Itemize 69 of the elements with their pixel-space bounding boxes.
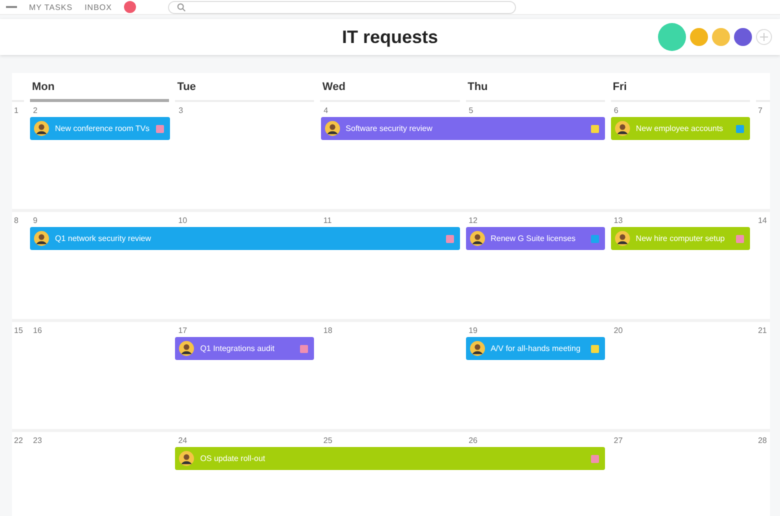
plus-icon	[760, 33, 768, 41]
day-number: 25	[322, 435, 334, 447]
day-number: 23	[32, 435, 43, 447]
day-number: 11	[322, 215, 333, 227]
task-title: Software security review	[346, 124, 434, 133]
weekday-header: Fri	[610, 81, 750, 102]
task-title: Renew G Suite licenses	[490, 234, 577, 243]
day-number: 2	[32, 105, 38, 117]
avatar-icon	[34, 231, 49, 246]
task-title: Q1 Integrations audit	[200, 344, 276, 353]
task-event[interactable]: Q1 Integrations audit	[175, 337, 314, 360]
day-number: 3	[178, 105, 184, 117]
avatar-icon	[614, 121, 630, 136]
day-number: 6	[612, 105, 620, 117]
day-number: 9	[32, 215, 38, 227]
weekday-header: Thu	[466, 81, 605, 102]
avatar-icon	[470, 231, 485, 246]
task-event[interactable]: Renew G Suite licenses	[466, 227, 605, 250]
day-number: 24	[177, 435, 188, 447]
avatar-icon[interactable]	[734, 28, 752, 46]
task-event[interactable]: New hire computer setup	[610, 227, 750, 250]
add-member-button[interactable]	[756, 29, 772, 45]
day-number: 14	[756, 215, 768, 227]
day-number: 17	[177, 325, 188, 337]
task-title: OS update roll-out	[200, 454, 266, 463]
nav-link[interactable]: MY TASKS	[29, 2, 73, 12]
avatar-icon	[34, 121, 49, 136]
avatar-icon	[179, 341, 194, 356]
day-number: 28	[756, 435, 768, 447]
task-event[interactable]: A/V for all-hands meeting	[466, 337, 605, 360]
day-number: 1	[13, 105, 20, 117]
avatar-icon	[470, 341, 485, 356]
task-event[interactable]: Software security review	[320, 117, 605, 140]
weekday-header: Wed	[320, 81, 460, 102]
task-event[interactable]: OS update roll-out	[175, 447, 605, 470]
day-number: 16	[32, 325, 43, 337]
day-number: 19	[468, 325, 478, 337]
task-title: Q1 network security review	[55, 234, 152, 243]
day-number: 22	[13, 435, 24, 447]
day-number: 26	[468, 435, 478, 447]
search-icon	[176, 2, 186, 12]
day-number: 12	[468, 215, 478, 227]
day-number: 20	[612, 325, 624, 337]
task-title: New conference room TVs	[55, 124, 150, 133]
day-number: 4	[322, 105, 330, 117]
task-title: New employee accounts	[636, 124, 724, 133]
task-title: New hire computer setup	[636, 234, 726, 243]
weekday-header: Tue	[175, 81, 314, 102]
day-number: 15	[13, 325, 24, 337]
search-field[interactable]	[168, 0, 516, 14]
notification-dot-icon[interactable]	[124, 1, 136, 13]
weekday-header: Mon	[30, 81, 170, 102]
day-number: 18	[322, 325, 334, 337]
task-title: A/V for all-hands meeting	[490, 344, 582, 353]
day-number: 10	[177, 215, 188, 227]
day-number: 13	[612, 215, 624, 227]
task-event[interactable]: Q1 network security review	[30, 227, 460, 250]
day-number: 5	[468, 105, 474, 117]
nav-link[interactable]: INBOX	[84, 2, 112, 12]
task-event[interactable]: New conference room TVs	[30, 117, 170, 140]
avatar-icon	[179, 451, 194, 466]
project-title: IT requests	[342, 26, 438, 48]
day-number: 7	[757, 105, 764, 117]
task-event[interactable]: New employee accounts	[610, 117, 750, 140]
day-number: 21	[756, 325, 768, 337]
avatar-icon	[324, 121, 340, 136]
day-number: 8	[13, 215, 20, 227]
avatar-icon	[614, 231, 630, 246]
day-number: 27	[612, 435, 624, 447]
